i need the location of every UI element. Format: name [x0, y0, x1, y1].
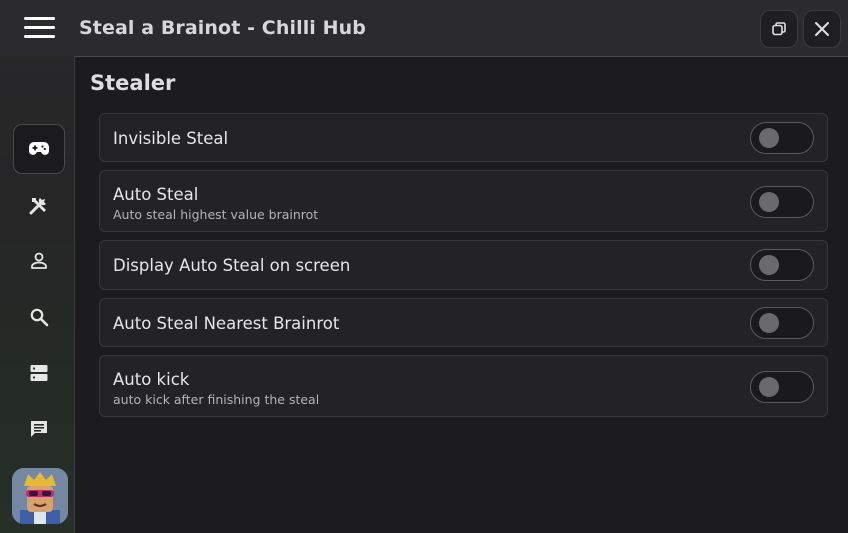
option-title: Auto Steal Nearest Brainrot: [113, 314, 340, 333]
auto-steal-toggle[interactable]: [750, 186, 814, 218]
option-title: Auto Steal: [113, 185, 199, 204]
sidebar: [0, 56, 75, 533]
sidebar-item-chat[interactable]: [13, 404, 65, 454]
option-row-auto-steal[interactable]: Auto Steal Auto steal highest value brai…: [99, 170, 828, 232]
option-row-invisible-steal[interactable]: Invisible Steal: [99, 113, 828, 162]
toggle-knob: [759, 313, 779, 333]
toggle-knob: [759, 377, 779, 397]
tools-icon: [29, 198, 46, 215]
person-icon: [31, 252, 47, 269]
main-panel: Stealer Invisible Steal Auto Steal Auto …: [75, 57, 848, 533]
display-auto-steal-toggle[interactable]: [750, 249, 814, 281]
search-icon: [30, 308, 49, 327]
option-row-auto-kick[interactable]: Auto kick auto kick after finishing the …: [99, 355, 828, 417]
sidebar-item-game[interactable]: [13, 124, 65, 174]
chat-icon: [31, 421, 47, 437]
server-icon: [30, 365, 48, 381]
auto-kick-toggle[interactable]: [750, 371, 814, 403]
toggle-knob: [759, 255, 779, 275]
option-title: Display Auto Steal on screen: [113, 256, 351, 275]
option-description: Auto steal highest value brainrot: [113, 207, 319, 222]
restore-button[interactable]: [760, 10, 798, 48]
auto-steal-nearest-toggle[interactable]: [750, 307, 814, 339]
sidebar-item-server[interactable]: [13, 348, 65, 398]
close-button[interactable]: [803, 10, 841, 48]
option-row-display-auto-steal[interactable]: Display Auto Steal on screen: [99, 240, 828, 290]
option-title: Auto kick: [113, 370, 190, 389]
toggle-knob: [759, 128, 779, 148]
sidebar-item-search[interactable]: [13, 292, 65, 342]
title-bar: Steal a Brainot - Chilli Hub: [0, 0, 848, 57]
gamepad-icon: [29, 142, 49, 155]
sidebar-item-tools[interactable]: [13, 180, 65, 230]
restore-icon: [772, 22, 786, 36]
avatar[interactable]: [12, 468, 68, 524]
option-title: Invisible Steal: [113, 129, 229, 148]
option-description: auto kick after finishing the steal: [113, 392, 320, 407]
user-avatar-icon: [12, 468, 68, 524]
section-title: Stealer: [90, 71, 176, 95]
toggle-knob: [759, 192, 779, 212]
option-row-auto-steal-nearest[interactable]: Auto Steal Nearest Brainrot: [99, 298, 828, 347]
invisible-steal-toggle[interactable]: [750, 122, 814, 154]
hamburger-menu-icon[interactable]: [24, 17, 55, 39]
sidebar-item-player[interactable]: [13, 236, 65, 286]
app-window: Steal a Brainot - Chilli Hub Stealer Inv…: [0, 0, 848, 533]
close-icon: [815, 22, 829, 36]
window-title: Steal a Brainot - Chilli Hub: [79, 17, 366, 39]
